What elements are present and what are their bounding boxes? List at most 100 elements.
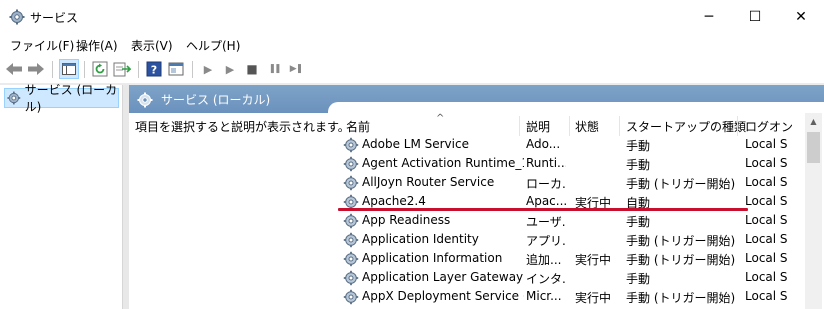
service-description: アプリ... <box>526 234 566 248</box>
forward-icon[interactable] <box>27 60 45 78</box>
table-row[interactable]: AllJoyn Router Service ローカ... 手動 (トリガー開始… <box>333 174 803 193</box>
service-description: インタ... <box>526 272 566 286</box>
service-description: 追加... <box>526 253 562 267</box>
column-header-name[interactable]: ^ 名前 <box>346 113 444 137</box>
service-name: AllJoyn Router Service <box>362 175 495 189</box>
service-startup-type: 手動 <box>626 272 651 286</box>
service-name: Application Information <box>362 251 503 265</box>
service-name: Apache2.4 <box>362 194 426 208</box>
console-tree: サービス (ローカル) <box>1 83 123 309</box>
pane-title: サービス (ローカル) <box>161 93 271 107</box>
column-header-logon[interactable]: ログオン <box>745 115 793 137</box>
service-logon: Local S <box>745 232 788 246</box>
toolbar-separator <box>138 61 139 78</box>
menu-action[interactable]: 操作(A) <box>76 37 118 54</box>
vertical-scrollbar[interactable]: ▲ <box>805 113 822 309</box>
service-logon: Local S <box>745 194 788 208</box>
service-logon: Local S <box>745 137 788 151</box>
service-gear-icon <box>343 251 359 267</box>
service-startup-type: 手動 <box>626 215 651 229</box>
stop-icon[interactable]: ■ <box>243 60 261 78</box>
service-name: Application Layer Gateway ... <box>362 270 524 284</box>
service-startup-type: 手動 (トリガー開始) <box>626 253 736 267</box>
column-divider[interactable] <box>619 116 620 136</box>
service-startup-type: 手動 <box>626 139 651 153</box>
service-description: ローカ... <box>526 177 566 191</box>
service-logon: Local S <box>745 213 788 227</box>
services-gear-icon <box>9 9 25 25</box>
refresh-icon[interactable] <box>91 60 109 78</box>
service-logon: Local S <box>745 270 788 284</box>
column-header-description[interactable]: 説明 <box>526 115 550 137</box>
menu-help[interactable]: ヘルプ(H) <box>186 37 240 54</box>
menu-bar: ファイル(F) 操作(A) 表示(V) ヘルプ(H) <box>0 33 824 55</box>
scroll-up-arrow-icon[interactable]: ▲ <box>805 113 822 130</box>
service-description: ユーザ... <box>526 215 566 229</box>
standard-tab-notch <box>328 102 824 113</box>
table-row[interactable]: App Readiness ユーザ... 手動 Local S <box>333 212 803 231</box>
highlight-underline <box>338 208 748 211</box>
help-icon[interactable]: ? <box>145 60 163 78</box>
export-list-icon[interactable] <box>113 60 131 78</box>
service-startup-type: 手動 <box>626 158 651 172</box>
start-alt-icon[interactable]: ▶ <box>221 60 239 78</box>
column-divider[interactable] <box>737 116 738 136</box>
service-name: Application Identity <box>362 232 479 246</box>
service-startup-type: 手動 (トリガー開始) <box>626 234 736 248</box>
pane-header: サービス (ローカル) <box>129 85 824 113</box>
toolbar-separator <box>52 61 53 78</box>
service-gear-icon <box>343 232 359 248</box>
window-title: サービス <box>30 11 79 25</box>
service-gear-icon <box>343 289 359 305</box>
column-header-startup-type[interactable]: スタートアップの種類 <box>626 115 746 137</box>
properties-icon[interactable] <box>167 60 185 78</box>
column-divider[interactable] <box>519 116 520 136</box>
service-name: AppX Deployment Service (... <box>362 289 524 303</box>
tree-item-label: サービス (ローカル) <box>24 83 118 114</box>
service-name: App Readiness <box>362 213 451 227</box>
service-gear-icon <box>343 156 359 172</box>
column-divider[interactable] <box>569 116 570 136</box>
back-icon[interactable] <box>5 60 23 78</box>
service-description: Micr... <box>526 289 562 303</box>
service-startup-type: 手動 (トリガー開始) <box>626 177 736 191</box>
restart-icon[interactable]: ▶❚ <box>287 60 305 78</box>
service-description: Runti... <box>526 156 566 170</box>
table-row[interactable]: AppX Deployment Service (... Micr... 実行中… <box>333 288 803 307</box>
service-logon: Local S <box>745 156 788 170</box>
menu-view[interactable]: 表示(V) <box>131 37 173 54</box>
start-icon[interactable]: ▶ <box>199 60 217 78</box>
svg-text:?: ? <box>151 64 157 77</box>
pause-icon[interactable]: ❚❚ <box>265 60 283 78</box>
menu-file[interactable]: ファイル(F) <box>10 37 74 54</box>
table-row[interactable]: Adobe LM Service Ado... 手動 Local S <box>333 136 803 155</box>
service-status: 実行中 <box>575 253 612 267</box>
table-row[interactable]: Application Layer Gateway ... インタ... 手動 … <box>333 269 803 288</box>
service-description: Ado... <box>526 137 561 151</box>
pane-header-title: サービス (ローカル) <box>137 91 270 108</box>
table-row[interactable]: Application Identity アプリ... 手動 (トリガー開始) … <box>333 231 803 250</box>
sort-ascending-icon: ^ <box>436 113 445 124</box>
services-gear-icon <box>137 92 153 107</box>
table-row[interactable]: Agent Activation Runtime_1... Runti... 手… <box>333 155 803 174</box>
service-startup-type: 手動 (トリガー開始) <box>626 291 736 305</box>
maximize-button[interactable]: ☐ <box>732 0 778 33</box>
scrollbar-thumb[interactable] <box>807 132 820 163</box>
description-text: 項目を選択すると説明が表示されます。 <box>135 120 350 134</box>
service-name: Adobe LM Service <box>362 137 469 151</box>
show-hide-tree-icon[interactable] <box>59 59 79 79</box>
close-button[interactable]: ✕ <box>778 0 824 33</box>
service-gear-icon <box>343 137 359 153</box>
service-logon: Local S <box>745 251 788 265</box>
minimize-button[interactable]: ─ <box>686 0 732 33</box>
column-header-status[interactable]: 状態 <box>575 115 599 137</box>
service-gear-icon <box>343 213 359 229</box>
table-row[interactable]: Application Information 追加... 実行中 手動 (トリ… <box>333 250 803 269</box>
service-gear-icon <box>343 270 359 286</box>
service-logon: Local S <box>745 175 788 189</box>
services-gear-icon <box>7 91 21 105</box>
tree-item-services-local[interactable]: サービス (ローカル) <box>4 83 119 114</box>
service-description: Apac... <box>526 194 566 208</box>
service-status: 実行中 <box>575 291 612 305</box>
service-logon: Local S <box>745 289 788 303</box>
